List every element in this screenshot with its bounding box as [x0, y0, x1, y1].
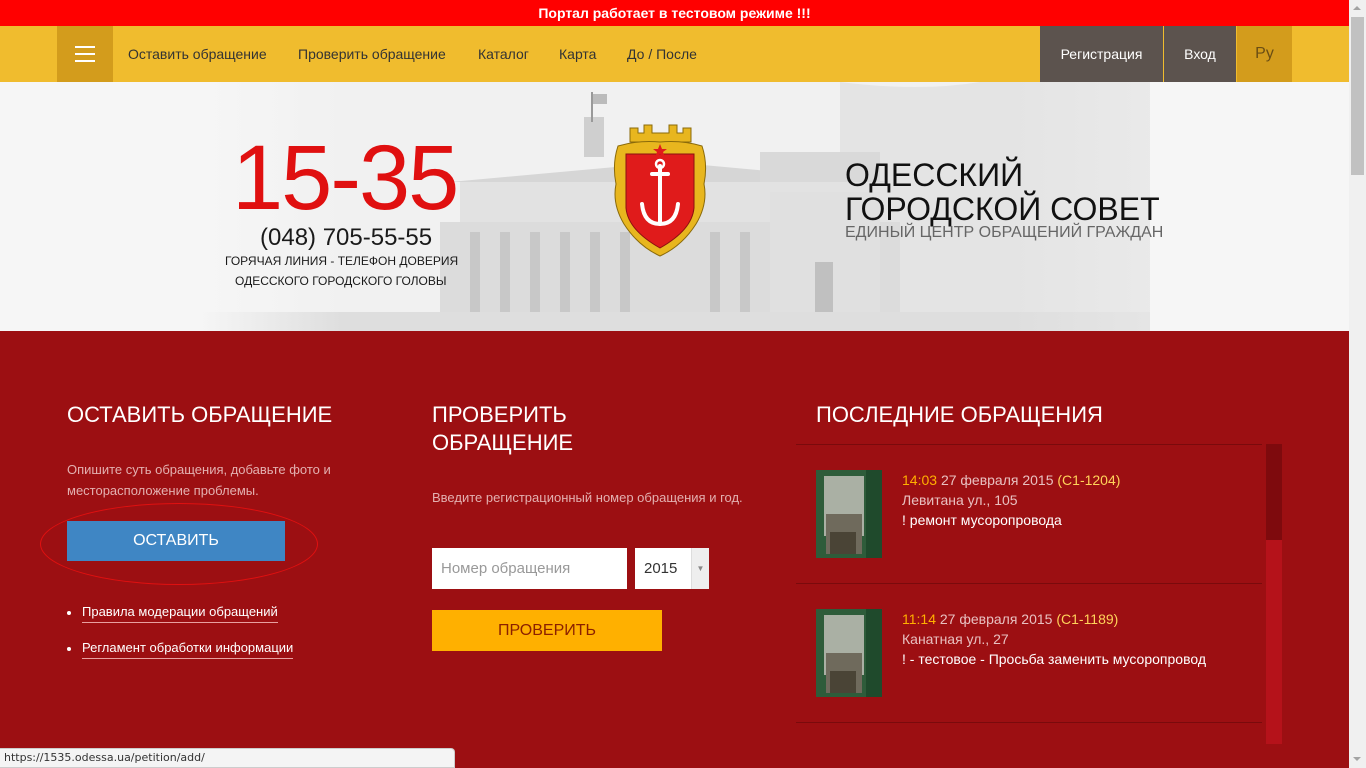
- petition-address[interactable]: Левитана ул., 105: [902, 492, 1018, 508]
- latest-petitions-title: ПОСЛЕДНИЕ ОБРАЩЕНИЯ: [816, 402, 1103, 427]
- nav-check-petition[interactable]: Проверить обращение: [298, 26, 446, 82]
- scroll-down-icon[interactable]: [1353, 757, 1361, 761]
- leave-petition-title: ОСТАВИТЬ ОБРАЩЕНИЕ: [67, 402, 333, 427]
- petition-date: 27 февраля 2015: [939, 611, 1053, 627]
- page-scrollbar[interactable]: [1349, 0, 1366, 768]
- year-select-value: 2015: [644, 560, 678, 577]
- check-petition-description: Введите регистрационный номер обращения …: [432, 490, 743, 505]
- petition-date: 27 февраля 2015: [940, 472, 1054, 488]
- rules-links: Правила модерации обращений Регламент об…: [67, 604, 294, 665]
- nav-map[interactable]: Карта: [559, 26, 596, 82]
- council-subtitle: ЕДИНЫЙ ЦЕНТР ОБРАЩЕНИЙ ГРАЖДАН: [845, 224, 1164, 241]
- nav-before-after[interactable]: До / После: [627, 26, 697, 82]
- hotline-phone: (048) 705-55-55: [260, 224, 433, 251]
- hero-section: 15-35 (048) 705-55-55 ГОРЯЧАЯ ЛИНИЯ - ТЕ…: [0, 82, 1349, 331]
- list-item[interactable]: 11:14 27 февраля 2015 (С1-1189) Канатная…: [796, 584, 1262, 723]
- login-button[interactable]: Вход: [1164, 26, 1236, 82]
- check-petition-button[interactable]: ПРОВЕРИТЬ: [432, 610, 662, 651]
- petition-time: 14:03: [902, 472, 938, 488]
- petition-text[interactable]: ! - тестовое - Просьба заменить мусоропр…: [902, 651, 1206, 667]
- list-item: Правила модерации обращений: [67, 604, 293, 623]
- petition-number-input[interactable]: [432, 548, 627, 589]
- check-petition-title: ПРОВЕРИТЬ ОБРАЩЕНИЕ: [432, 402, 574, 455]
- hamburger-icon[interactable]: [57, 26, 113, 82]
- hotline-caption-1: ГОРЯЧАЯ ЛИНИЯ - ТЕЛЕФОН ДОВЕРИЯ: [225, 254, 459, 268]
- hotline-caption-2: ОДЕССКОГО ГОРОДСКОГО ГОЛОВЫ: [235, 274, 447, 288]
- main-section: ОСТАВИТЬ ОБРАЩЕНИЕ Опишите суть обращени…: [0, 331, 1349, 768]
- council-title: ОДЕССКИЙ ГОРОДСКОЙ СОВЕТ: [845, 157, 1160, 227]
- year-select[interactable]: 2015 ▼: [635, 548, 709, 589]
- petition-photo[interactable]: [816, 609, 882, 697]
- leave-petition-description: Опишите суть обращения, добавьте фото и …: [67, 462, 331, 498]
- petition-time: 11:14: [902, 611, 936, 627]
- petition-meta: 11:14 27 февраля 2015 (С1-1189): [902, 611, 1118, 627]
- test-mode-banner: Портал работает в тестовом режиме !!!: [0, 0, 1349, 26]
- register-button[interactable]: Регистрация: [1040, 26, 1163, 82]
- nav-leave-petition[interactable]: Оставить обращение: [128, 26, 267, 82]
- petition-text[interactable]: ! ремонт мусоропровода: [902, 512, 1062, 528]
- petition-meta: 14:03 27 февраля 2015 (С1-1204): [902, 472, 1120, 488]
- petition-code: (С1-1189): [1056, 611, 1119, 627]
- highlight-annotation: [40, 503, 318, 585]
- moderation-rules-link[interactable]: Правила модерации обращений: [82, 604, 278, 623]
- petition-code: (С1-1204): [1057, 472, 1121, 488]
- latest-petitions-scrollbar[interactable]: [1266, 444, 1282, 744]
- latest-petitions-list: 14:03 27 февраля 2015 (С1-1204) Левитана…: [796, 444, 1262, 744]
- hotline-number: 15-35: [232, 127, 459, 229]
- chevron-down-icon[interactable]: ▼: [691, 548, 709, 589]
- petition-photo[interactable]: [816, 470, 882, 558]
- top-navbar: Оставить обращение Проверить обращение К…: [0, 26, 1349, 92]
- list-item[interactable]: 14:03 27 февраля 2015 (С1-1204) Левитана…: [796, 445, 1262, 584]
- list-item: Регламент обработки информации: [67, 640, 294, 659]
- nav-catalog[interactable]: Каталог: [478, 26, 529, 82]
- processing-regulations-link[interactable]: Регламент обработки информации: [82, 640, 294, 659]
- browser-status-url: https://1535.odessa.ua/petition/add/: [0, 748, 455, 768]
- petition-address[interactable]: Канатная ул., 27: [902, 631, 1009, 647]
- scrollbar-thumb[interactable]: [1351, 17, 1364, 175]
- scroll-up-icon[interactable]: [1353, 6, 1361, 10]
- odessa-coat-of-arms-icon: [613, 124, 707, 257]
- scrollbar-thumb[interactable]: [1266, 444, 1282, 540]
